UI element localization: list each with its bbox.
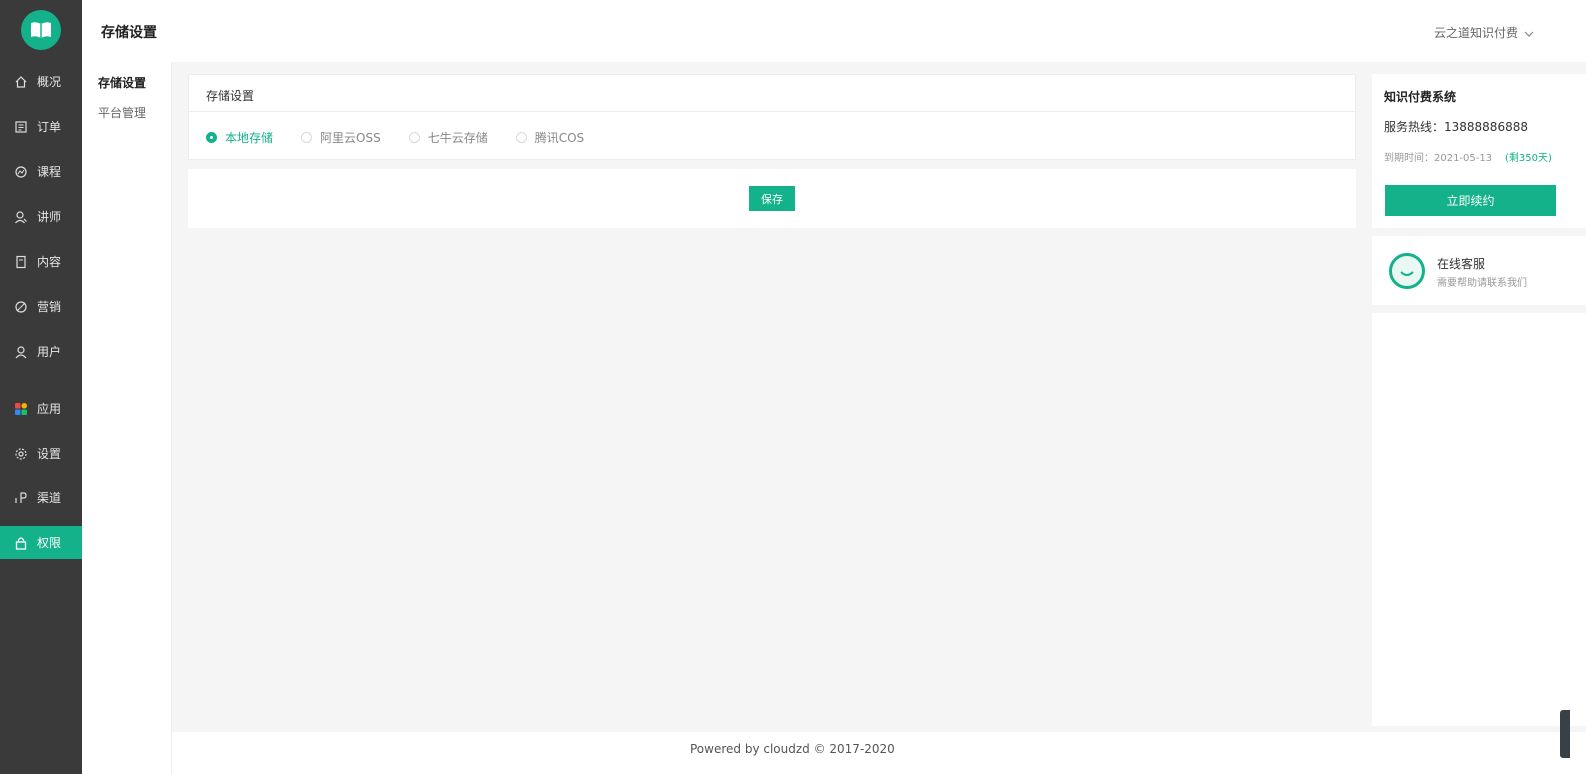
- account-name: 云之道知识付费: [1433, 26, 1518, 40]
- radio-label: 七牛云存储: [427, 131, 488, 145]
- nav-item-courses[interactable]: 课程: [0, 155, 82, 188]
- nav-label: 订单: [37, 120, 62, 134]
- radio-dot: [301, 132, 313, 143]
- nav-item-overview[interactable]: 概况: [0, 65, 82, 98]
- order-icon: [14, 120, 28, 134]
- radio-label: 阿里云OSS: [320, 131, 381, 145]
- gear-icon: [14, 447, 28, 461]
- renew-button[interactable]: 立即续约: [1385, 185, 1556, 216]
- radio-dot: [206, 132, 217, 143]
- nav-item-users[interactable]: 用户: [0, 335, 82, 368]
- sub-sidebar: 存储设置 平台管理: [82, 62, 172, 774]
- course-icon: [14, 165, 28, 179]
- nav-label: 课程: [37, 165, 62, 179]
- nav-label: 内容: [37, 255, 62, 269]
- nav-item-channels[interactable]: 渠道: [0, 481, 82, 514]
- nav-label: 应用: [37, 402, 62, 416]
- nav-label: 讲师: [37, 210, 62, 224]
- nav-label: 用户: [37, 345, 62, 359]
- right-panel-divider: [1372, 305, 1586, 313]
- lock-icon: [14, 536, 28, 550]
- logo[interactable]: [21, 10, 61, 50]
- main-sidebar: 概况 订单 课程 讲师 内容 营销 用户 应用 设置 渠道 权限: [0, 0, 82, 774]
- right-panel-spacer: [1372, 62, 1586, 74]
- storage-options: 本地存储 阿里云OSS 七牛云存储 腾讯COS: [189, 112, 1355, 146]
- account-dropdown[interactable]: 云之道知识付费: [1434, 24, 1534, 41]
- nav-item-content[interactable]: 内容: [0, 245, 82, 278]
- chevron-down-icon: [1524, 26, 1534, 40]
- nav-item-orders[interactable]: 订单: [0, 110, 82, 143]
- subnav-item-platform[interactable]: 平台管理: [98, 104, 146, 121]
- nav-label: 权限: [37, 536, 62, 550]
- expire-date: 到期时间：2021-05-13: [1384, 153, 1493, 164]
- marketing-icon: [14, 300, 28, 314]
- home-icon: [14, 75, 28, 89]
- customer-service-title[interactable]: 在线客服: [1437, 255, 1485, 272]
- nav-item-settings[interactable]: 设置: [0, 437, 82, 470]
- radio-dot: [408, 132, 420, 143]
- content-icon: [14, 255, 28, 269]
- page-title: 存储设置: [101, 25, 157, 41]
- subnav-item-storage[interactable]: 存储设置: [98, 74, 146, 91]
- save-button[interactable]: 保存: [749, 186, 795, 211]
- nav-label: 营销: [37, 300, 62, 314]
- channel-icon: [14, 491, 28, 505]
- radio-aliyun-oss[interactable]: 阿里云OSS: [301, 129, 381, 146]
- nav-item-permissions[interactable]: 权限: [0, 526, 82, 559]
- storage-settings-card: 存储设置 本地存储 阿里云OSS 七牛云存储 腾讯COS: [188, 74, 1356, 160]
- nav-label: 设置: [37, 447, 62, 461]
- radio-qiniu-storage[interactable]: 七牛云存储: [408, 129, 488, 146]
- radio-dot: [515, 132, 527, 143]
- book-icon: [31, 22, 51, 38]
- nav-item-marketing[interactable]: 营销: [0, 290, 82, 323]
- card-title: 存储设置: [189, 75, 1355, 112]
- customer-service-subtitle: 需要帮助请联系我们: [1437, 278, 1527, 289]
- right-panel-divider: [1372, 228, 1586, 236]
- nav-item-apps[interactable]: 应用: [0, 392, 82, 425]
- radio-label: 腾讯COS: [534, 131, 585, 145]
- side-tab-handle[interactable]: [1560, 710, 1570, 758]
- customer-service-icon[interactable]: [1389, 253, 1425, 289]
- radio-tencent-cos[interactable]: 腾讯COS: [515, 129, 585, 146]
- nav-item-lecturers[interactable]: 讲师: [0, 200, 82, 233]
- lecturer-icon: [14, 210, 28, 224]
- footer-text: Powered by cloudzd © 2017-2020: [690, 742, 895, 756]
- service-hotline: 服务热线：13888886888: [1384, 120, 1528, 134]
- radio-local-storage[interactable]: 本地存储: [206, 129, 273, 146]
- user-icon: [14, 345, 28, 359]
- remaining-days: (剩350天): [1505, 153, 1552, 164]
- nav-label: 概况: [37, 75, 62, 89]
- top-header: 存储设置 云之道知识付费: [82, 0, 1586, 62]
- radio-label: 本地存储: [225, 131, 274, 145]
- footer: Powered by cloudzd © 2017-2020: [172, 732, 1586, 774]
- nav-label: 渠道: [37, 491, 62, 505]
- apps-icon: [14, 402, 28, 416]
- system-title: 知识付费系统: [1384, 90, 1457, 104]
- save-bar: 保存: [188, 169, 1356, 228]
